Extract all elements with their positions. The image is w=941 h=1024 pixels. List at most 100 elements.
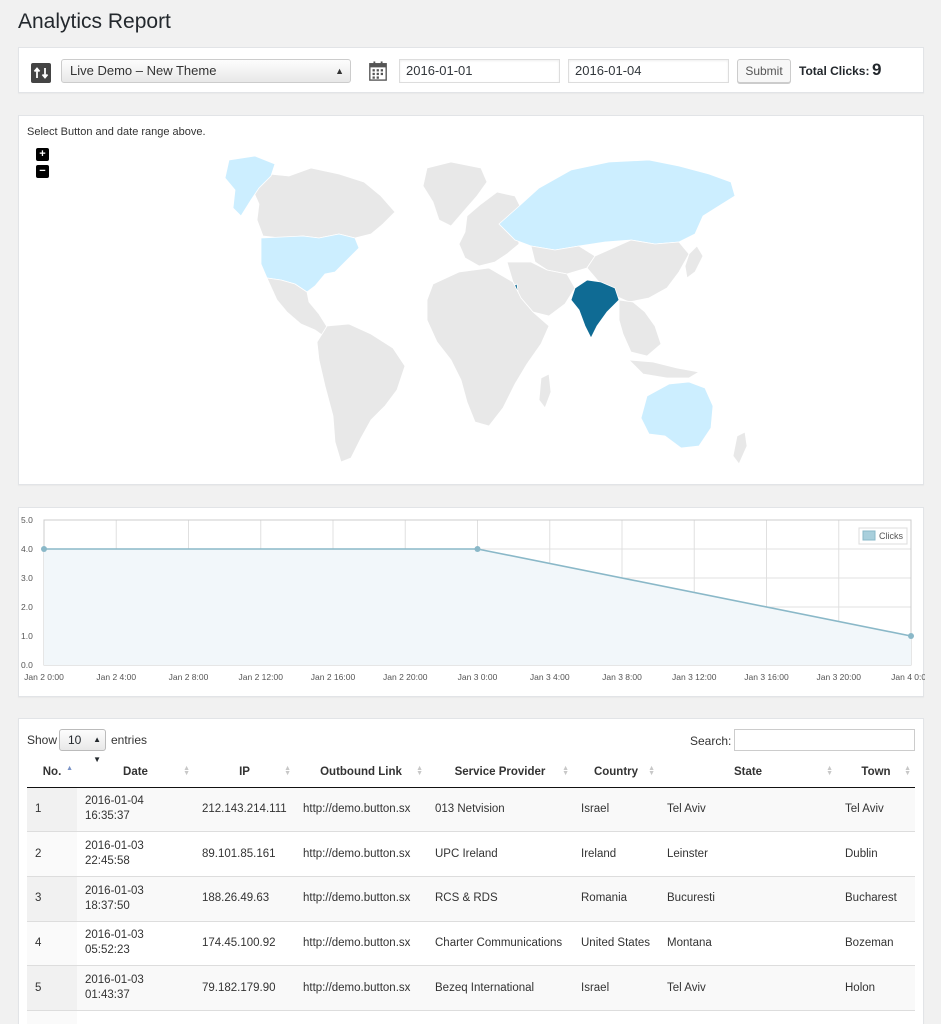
table-row[interactable]: 5 2016-01-03 01:43:37 79.182.179.90 http://d…: [27, 965, 915, 1011]
clicks-chart-panel: 0.0 1.0 2.0 3.0 4.0 5.0 Jan 2 0:00 Jan 2 4:00 Ja…: [18, 507, 925, 697]
cell-date: 2016-01-04 16:35:37: [77, 787, 194, 833]
cell-town: Tel Aviv: [837, 787, 915, 833]
map-region-canada: [250, 167, 396, 239]
table-row[interactable]: 62016-01-02 Omskie kabelnye seti: [27, 1010, 915, 1024]
start-date-input[interactable]: 2016-01-01: [399, 59, 560, 83]
column-header-service-provider[interactable]: Service Provider ▲ ▼: [427, 757, 573, 788]
x-tick-label: Jan 2 0:00: [24, 672, 64, 682]
button-select-value: Live Demo – New Theme: [70, 63, 217, 78]
x-tick-label: Jan 2 20:00: [383, 672, 428, 682]
zoom-out-button[interactable]: −: [36, 165, 49, 178]
x-tick-label: Jan 3 0:00: [458, 672, 498, 682]
map-region-india: [570, 279, 620, 339]
x-tick-label: Jan 2 8:00: [169, 672, 209, 682]
cell-state: Tel Aviv: [659, 965, 837, 1011]
cell-ip: 212.143.214.111: [194, 787, 295, 833]
column-header-no[interactable]: No. ▲: [27, 757, 77, 788]
column-header-label: Country: [593, 765, 639, 778]
x-tick-label: Jan 3 20:00: [817, 672, 862, 682]
cell-town: [837, 1010, 915, 1024]
cell-outbound-link: http://demo.button.sx: [295, 831, 427, 877]
column-header-outbound-link[interactable]: Outbound Link ▲ ▼: [295, 757, 427, 788]
page-title: Analytics Report: [18, 10, 171, 33]
cell-state: Leinster: [659, 831, 837, 877]
cell-service-provider: 013 Netvision: [427, 787, 573, 833]
column-header-ip[interactable]: IP ▲ ▼: [194, 757, 295, 788]
search-input[interactable]: [734, 729, 915, 751]
table-row[interactable]: 3 2016-01-03 18:37:50 188.26.49.63 http://de…: [27, 876, 915, 922]
cell-ip: [194, 1010, 295, 1024]
column-header-label: Service Provider: [454, 765, 546, 778]
cell-state: [659, 1010, 837, 1024]
cell-town: Bozeman: [837, 921, 915, 967]
cell-ip: 79.182.179.90: [194, 965, 295, 1011]
cell-ip: 89.101.85.161: [194, 831, 295, 877]
y-tick-label: 4.0: [21, 544, 33, 554]
sort-icon: ▲ ▼: [904, 765, 911, 777]
map-region-indonesia: [627, 359, 701, 379]
map-region-australia: [640, 381, 714, 449]
cell-country: Ireland: [573, 831, 659, 877]
cell-country: [573, 1010, 659, 1024]
y-tick-label: 1.0: [21, 631, 33, 641]
table-header-row: No. ▲ Date ▲ ▼ IP ▲ ▼ Outbound Link ▲ ▼ Service Pro…: [27, 757, 915, 788]
cell-outbound-link: http://demo.button.sx: [295, 921, 427, 967]
page-length-select[interactable]: 10 ▲ ▼: [59, 729, 106, 764]
sort-icon: ▲ ▼: [284, 765, 291, 777]
cell-outbound-link: http://demo.button.sx: [295, 787, 427, 833]
entries-label: entries: [111, 733, 148, 747]
sort-icon: ▲ ▼: [183, 765, 190, 777]
button-select[interactable]: Live Demo – New Theme ▲: [61, 59, 351, 83]
map-region-madagascar: [538, 373, 552, 409]
clicks-table: No. ▲ Date ▲ ▼ IP ▲ ▼ Outbound Link ▲ ▼ Service Pro…: [27, 757, 915, 1024]
sort-icon: ▲ ▼: [648, 765, 655, 777]
cell-date: 2016-01-02: [77, 1010, 194, 1024]
data-point: [908, 633, 914, 639]
table-row[interactable]: 4 2016-01-03 05:52:23 174.45.100.92 http://d…: [27, 921, 915, 967]
cell-country: Israel: [573, 965, 659, 1011]
cell-country: Israel: [573, 787, 659, 833]
total-clicks-label: Total Clicks:: [799, 64, 870, 78]
map-region-southeast-asia: [618, 299, 662, 357]
x-tick-label: Jan 4 0:00: [891, 672, 925, 682]
cell-outbound-link: [295, 1010, 427, 1024]
cell-no: 5: [27, 965, 77, 1011]
submit-button[interactable]: Submit: [737, 59, 791, 83]
column-header-label: Date: [123, 765, 148, 778]
x-tick-label: Jan 3 16:00: [744, 672, 789, 682]
cell-service-provider: Bezeq International: [427, 965, 573, 1011]
cell-state: Montana: [659, 921, 837, 967]
cell-date: 2016-01-03 05:52:23: [77, 921, 194, 967]
page-length-value: 10: [68, 733, 82, 747]
calendar-icon[interactable]: [368, 61, 388, 81]
cell-town: Bucharest: [837, 876, 915, 922]
data-point: [474, 546, 481, 552]
end-date-input[interactable]: 2016-01-04: [568, 59, 729, 83]
cell-country: Romania: [573, 876, 659, 922]
column-header-country[interactable]: Country ▲ ▼: [573, 757, 659, 788]
column-header-state[interactable]: State ▲ ▼: [659, 757, 837, 788]
data-point: [41, 546, 47, 552]
cell-ip: 174.45.100.92: [194, 921, 295, 967]
column-header-town[interactable]: Town ▲ ▼: [837, 757, 915, 788]
y-tick-label: 0.0: [21, 660, 33, 670]
world-map-panel: Select Button and date range above. + −: [18, 115, 924, 485]
map-region-south-america: [316, 323, 406, 463]
sort-icon: ▲ ▼: [416, 765, 423, 777]
cell-town: Dublin: [837, 831, 915, 877]
sort-icon: ▲: [66, 765, 73, 772]
world-map[interactable]: [19, 116, 925, 486]
sort-icon: ▲ ▼: [562, 765, 569, 777]
table-row[interactable]: 1 2016-01-04 16:35:37 212.143.214.111 http:/…: [27, 787, 915, 833]
total-clicks-value: 9: [872, 60, 882, 79]
column-header-date[interactable]: Date ▲ ▼: [77, 757, 194, 788]
table-row[interactable]: 2 2016-01-03 22:45:58 89.101.85.161 http://d…: [27, 831, 915, 877]
cell-no: 2: [27, 831, 77, 877]
cell-state: Tel Aviv: [659, 787, 837, 833]
search-label: Search:: [690, 734, 732, 748]
cell-town: Holon: [837, 965, 915, 1011]
cell-no: 3: [27, 876, 77, 922]
zoom-in-button[interactable]: +: [36, 148, 49, 161]
column-header-label: State: [733, 765, 763, 778]
clicks-line-chart: 0.0 1.0 2.0 3.0 4.0 5.0 Jan 2 0:00 Jan 2 4:00 Ja…: [21, 515, 925, 682]
